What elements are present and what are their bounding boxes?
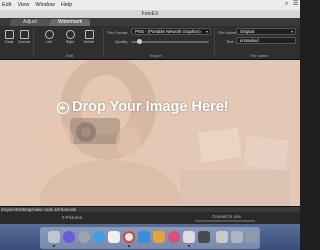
rotate-right-label: Right — [65, 40, 75, 44]
menu-window[interactable]: Window — [35, 2, 55, 8]
rotate-right-icon — [65, 30, 75, 39]
quality-label: Quality: — [115, 39, 129, 44]
file-format-value: PNG - (Portable Network Graphics) — [135, 29, 201, 34]
tools-label: Tools — [4, 40, 14, 44]
rotate-left-button[interactable]: Left — [42, 30, 56, 44]
drop-image-text: Drop Your Image Here! — [72, 99, 229, 115]
window-title: FotoEX — [0, 10, 300, 18]
chevron-down-icon: ▾ — [205, 29, 208, 34]
trash-icon[interactable] — [246, 231, 258, 243]
tab-bar: Adjust Watermark — [0, 18, 300, 26]
file-format-select[interactable]: PNG - (Portable Network Graphics) ▾ — [131, 28, 211, 35]
separator — [103, 29, 104, 57]
rotate-left-label: Left — [46, 40, 52, 44]
convert-button[interactable]: Convert — [17, 30, 31, 44]
text-input-value: unmarked — [240, 38, 259, 43]
rotate-right-button[interactable]: Right — [63, 30, 77, 44]
quality-slider[interactable] — [131, 39, 209, 44]
safari-icon[interactable] — [93, 231, 105, 243]
search-icon[interactable]: ⌕ — [285, 1, 290, 8]
tools-button[interactable]: Tools — [2, 30, 16, 44]
photos-icon[interactable] — [153, 231, 165, 243]
text-input[interactable]: unmarked — [236, 37, 296, 44]
music-icon[interactable] — [168, 231, 180, 243]
downloads-icon[interactable] — [216, 231, 228, 243]
convert-label: Convert — [17, 40, 31, 44]
quality-slider-knob[interactable] — [137, 39, 142, 44]
running-indicator — [188, 245, 190, 247]
chrome-icon[interactable] — [123, 231, 135, 243]
separator — [33, 29, 34, 57]
dock — [0, 224, 300, 250]
background-photo — [0, 60, 300, 206]
documents-icon[interactable] — [231, 231, 243, 243]
separator — [214, 29, 215, 57]
delete-icon — [84, 30, 94, 39]
progress-bar — [195, 220, 255, 222]
status-text: Convert is one — [212, 214, 242, 219]
status-icons: ⌕ ☰ — [285, 1, 298, 8]
file-name-select[interactable]: Original ▾ — [236, 28, 296, 35]
running-indicator — [128, 245, 130, 247]
plus-circle-icon — [57, 102, 69, 114]
calendar-icon[interactable] — [108, 231, 120, 243]
app-icon[interactable] — [183, 231, 195, 243]
rotate-left-icon — [44, 30, 54, 39]
terminal-icon[interactable] — [198, 231, 210, 243]
delete-label: Delete — [83, 40, 95, 44]
file-name-label: File Name: — [218, 30, 238, 35]
launchpad-icon[interactable] — [78, 231, 90, 243]
chevron-down-icon: ▾ — [290, 29, 293, 34]
folder-icon[interactable] — [138, 231, 150, 243]
tab-adjust[interactable]: Adjust — [10, 19, 50, 26]
running-indicator — [53, 245, 55, 247]
convert-icon — [19, 30, 29, 39]
menu-bar: Edit View Window Help ⌕ ☰ — [0, 0, 300, 10]
menu-view[interactable]: View — [17, 2, 29, 8]
file-format-label: File Format: — [107, 30, 129, 35]
text-label: Text: — [226, 39, 235, 44]
menu-list-icon[interactable]: ☰ — [293, 1, 298, 8]
file-name-value: Original — [240, 29, 255, 34]
menu-help[interactable]: Help — [61, 2, 72, 8]
delete-button[interactable]: Delete — [82, 30, 96, 44]
tools-icon — [4, 30, 14, 39]
file-name-group-label: File name — [250, 53, 268, 58]
edit-group-label: Edit — [66, 53, 73, 58]
drop-area[interactable]: Drop Your Image Here! — [0, 60, 300, 206]
status-bar: 0 Pictures Convert is one — [0, 212, 300, 224]
siri-icon[interactable] — [63, 231, 75, 243]
finder-icon[interactable] — [48, 231, 60, 243]
menu-edit[interactable]: Edit — [2, 2, 11, 8]
tab-watermark[interactable]: Watermark — [50, 19, 90, 26]
picture-count: 0 Pictures — [62, 215, 83, 220]
export-group-label: Export — [150, 53, 162, 58]
toolbar: Tools Convert Left Right Delete Edit Fil… — [0, 26, 300, 60]
